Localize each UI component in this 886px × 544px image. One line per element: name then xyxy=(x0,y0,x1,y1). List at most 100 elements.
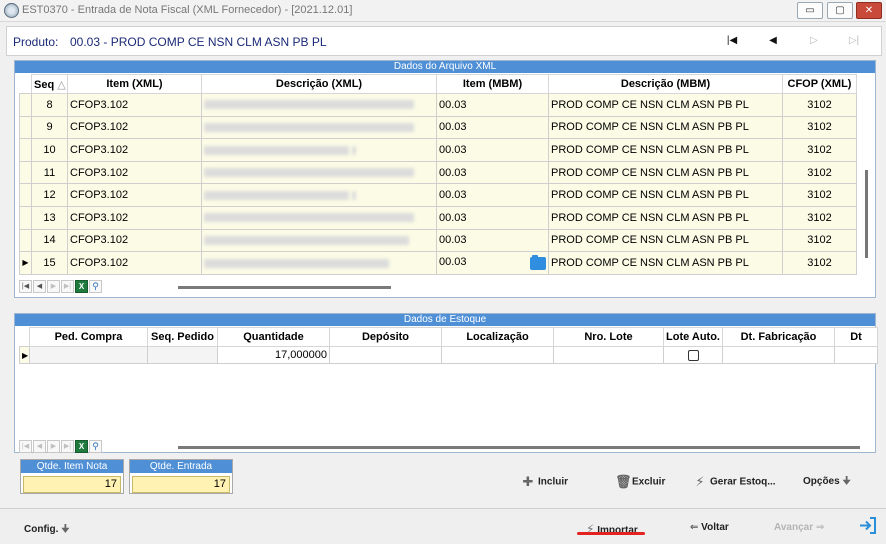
table-row[interactable]: 10 CFOP3.102 00.03 PROD COMP CE NSN CLM ASN… xyxy=(19,138,857,162)
cell-item-mbm[interactable]: 00.03 xyxy=(436,138,549,162)
cell-cfop[interactable]: 3102 xyxy=(782,138,857,162)
col-item-mbm-header[interactable]: Item (MBM) xyxy=(436,74,549,94)
cell-dt-validade[interactable] xyxy=(834,346,878,364)
cell-desc-mbm[interactable]: PROD COMP CE NSN CLM ASN PB PL xyxy=(548,205,783,230)
cell-desc-xml-redacted[interactable] xyxy=(201,138,437,162)
minimize-button[interactable]: ▭ xyxy=(797,2,823,19)
col-item-xml-header[interactable]: Item (XML) xyxy=(67,74,202,94)
cell-item-xml[interactable]: CFOP3.102 xyxy=(67,183,202,207)
table-row[interactable]: 8 CFOP3.102 00.03 PROD COMP CE NSN CLM ASN … xyxy=(19,93,857,117)
cell-desc-mbm[interactable]: PROD COMP CE NSN CLM ASN PB PL xyxy=(548,93,783,117)
prev-row-icon[interactable]: ◀ xyxy=(33,280,46,293)
cell-seq[interactable]: 13 xyxy=(31,205,68,230)
xml-grid-vertical-scrollbar[interactable] xyxy=(862,65,872,271)
lote-auto-checkbox[interactable] xyxy=(687,349,699,361)
cell-item-mbm[interactable]: 00.03 xyxy=(436,251,549,275)
cell-seq-pedido[interactable] xyxy=(147,346,218,364)
col-ped-compra-header[interactable]: Ped. Compra xyxy=(29,327,148,347)
cell-desc-xml-redacted[interactable] xyxy=(201,93,437,117)
cell-localizacao[interactable] xyxy=(441,346,554,364)
cell-item-mbm[interactable]: 00.03 xyxy=(436,93,549,117)
col-localizacao-header[interactable]: Localização xyxy=(441,327,554,347)
cell-desc-mbm[interactable]: PROD COMP CE NSN CLM ASN PB PL xyxy=(548,115,783,140)
cell-item-xml[interactable]: CFOP3.102 xyxy=(67,251,202,275)
cell-cfop[interactable]: 3102 xyxy=(782,160,857,185)
excel-export-icon[interactable]: X xyxy=(75,280,88,293)
cell-desc-xml-redacted[interactable] xyxy=(201,205,437,230)
cell-seq[interactable]: 9 xyxy=(31,115,68,140)
cell-cfop[interactable]: 3102 xyxy=(782,251,857,275)
cell-seq[interactable]: 14 xyxy=(31,228,68,253)
cell-item-mbm[interactable]: 00.03 xyxy=(436,228,549,253)
folder-lookup-icon[interactable] xyxy=(530,254,546,270)
table-row[interactable]: 13 CFOP3.102 00.03 PROD COMP CE NSN CLM ASN… xyxy=(19,205,857,230)
col-cfop-header[interactable]: CFOP (XML) xyxy=(782,74,857,94)
cell-item-mbm[interactable]: 00.03 xyxy=(436,115,549,140)
exit-icon[interactable] xyxy=(859,517,877,534)
cell-desc-xml-redacted[interactable] xyxy=(201,251,437,275)
col-desc-xml-header[interactable]: Descrição (XML) xyxy=(201,74,437,94)
col-deposito-header[interactable]: Depósito xyxy=(329,327,442,347)
cell-desc-mbm[interactable]: PROD COMP CE NSN CLM ASN PB PL xyxy=(548,183,783,207)
config-button[interactable]: Config. 🠋 xyxy=(24,522,70,539)
search-icon[interactable]: ⚲ xyxy=(89,280,102,293)
cell-item-mbm[interactable]: 00.03 xyxy=(436,205,549,230)
first-row-icon[interactable]: |◀ xyxy=(19,280,32,293)
cell-desc-xml-redacted[interactable] xyxy=(201,160,437,185)
col-desc-mbm-header[interactable]: Descrição (MBM) xyxy=(548,74,783,94)
cell-lote-auto[interactable] xyxy=(663,346,723,364)
table-row[interactable]: ▶ 15 CFOP3.102 00.03 PROD COMP CE NSN CLM AS… xyxy=(19,251,857,275)
cell-nro-lote[interactable] xyxy=(553,346,664,364)
col-seq-header[interactable]: Seq △ xyxy=(31,74,68,94)
stock-row[interactable]: ▶ 17,000000 xyxy=(19,346,878,364)
cell-cfop[interactable]: 3102 xyxy=(782,228,857,253)
search-icon[interactable]: ⚲ xyxy=(89,440,102,453)
cell-seq[interactable]: 12 xyxy=(31,183,68,207)
cell-cfop[interactable]: 3102 xyxy=(782,205,857,230)
cell-item-xml[interactable]: CFOP3.102 xyxy=(67,115,202,140)
table-row[interactable]: 12 CFOP3.102 00.03 PROD COMP CE NSN CLM ASN… xyxy=(19,183,857,207)
cell-desc-mbm[interactable]: PROD COMP CE NSN CLM ASN PB PL xyxy=(548,228,783,253)
cell-item-xml[interactable]: CFOP3.102 xyxy=(67,205,202,230)
cell-cfop[interactable]: 3102 xyxy=(782,115,857,140)
cell-item-mbm[interactable]: 00.03 xyxy=(436,160,549,185)
incluir-button[interactable]: ✚ Incluir xyxy=(521,475,568,490)
excel-export-icon[interactable]: X xyxy=(75,440,88,453)
col-lote-auto-header[interactable]: Lote Auto. xyxy=(663,327,723,347)
restore-button[interactable]: ▢ xyxy=(827,2,853,19)
first-record-icon[interactable]: |◀ xyxy=(723,33,741,49)
cell-item-xml[interactable]: CFOP3.102 xyxy=(67,228,202,253)
previous-record-icon[interactable]: ◀ xyxy=(764,33,782,49)
cell-ped-compra[interactable] xyxy=(29,346,148,364)
cell-desc-mbm[interactable]: PROD COMP CE NSN CLM ASN PB PL xyxy=(548,138,783,162)
col-dt-validade-header[interactable]: Dt xyxy=(834,327,878,347)
voltar-button[interactable]: ⇐ Voltar xyxy=(690,522,729,533)
cell-seq[interactable]: 11 xyxy=(31,160,68,185)
cell-seq[interactable]: 8 xyxy=(31,93,68,117)
gerar-estoque-button[interactable]: ⚡ Gerar Estoq... xyxy=(693,475,775,490)
cell-desc-xml-redacted[interactable] xyxy=(201,183,437,207)
col-quantidade-header[interactable]: Quantidade xyxy=(217,327,330,347)
opcoes-button[interactable]: Opções 🠋 xyxy=(803,475,851,489)
cell-desc-mbm[interactable]: PROD COMP CE NSN CLM ASN PB PL xyxy=(548,251,783,275)
cell-item-xml[interactable]: CFOP3.102 xyxy=(67,138,202,162)
cell-dt-fabricacao[interactable] xyxy=(722,346,835,364)
cell-quantidade[interactable]: 17,000000 xyxy=(217,346,330,364)
cell-item-xml[interactable]: CFOP3.102 xyxy=(67,93,202,117)
col-seq-pedido-header[interactable]: Seq. Pedido xyxy=(147,327,218,347)
cell-seq[interactable]: 15 xyxy=(31,251,68,275)
cell-desc-mbm[interactable]: PROD COMP CE NSN CLM ASN PB PL xyxy=(548,160,783,185)
cell-cfop[interactable]: 3102 xyxy=(782,183,857,207)
table-row[interactable]: 11 CFOP3.102 00.03 PROD COMP CE NSN CLM ASN… xyxy=(19,160,857,185)
table-row[interactable]: 14 CFOP3.102 00.03 PROD COMP CE NSN CLM ASN… xyxy=(19,228,857,253)
cell-item-xml[interactable]: CFOP3.102 xyxy=(67,160,202,185)
xml-grid-horizontal-scrollbar[interactable] xyxy=(178,286,391,289)
stock-grid-horizontal-scrollbar[interactable] xyxy=(178,446,860,449)
col-nro-lote-header[interactable]: Nro. Lote xyxy=(553,327,664,347)
cell-deposito[interactable] xyxy=(329,346,442,364)
cell-item-mbm[interactable]: 00.03 xyxy=(436,183,549,207)
cell-cfop[interactable]: 3102 xyxy=(782,93,857,117)
table-row[interactable]: 9 CFOP3.102 00.03 PROD COMP CE NSN CLM ASN … xyxy=(19,115,857,140)
col-dt-fabricacao-header[interactable]: Dt. Fabricação xyxy=(722,327,835,347)
close-button[interactable]: ✕ xyxy=(856,2,882,19)
